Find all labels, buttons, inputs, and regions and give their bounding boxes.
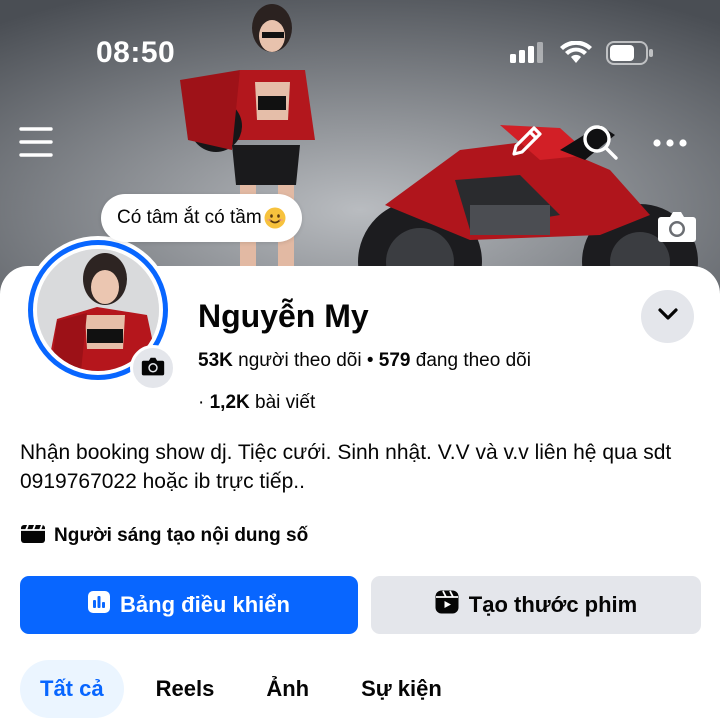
- posts-count: 1,2K: [209, 392, 250, 413]
- wifi-icon: [560, 40, 592, 70]
- following-count: 579: [378, 350, 411, 371]
- create-reel-button[interactable]: Tạo thước phim: [371, 576, 701, 634]
- profile-note-text: Có tâm ắt có tầm: [117, 207, 262, 228]
- reel-icon: [435, 590, 459, 620]
- following-label: đang theo dõi: [415, 350, 531, 371]
- reel-button-label: Tạo thước phim: [468, 592, 638, 617]
- followers-label: người theo dõi: [238, 350, 362, 371]
- tab-all[interactable]: Tất cả: [20, 660, 124, 718]
- profile-name: Nguyễn My: [198, 298, 369, 334]
- profile-options-dropdown[interactable]: [641, 290, 694, 343]
- menu-button[interactable]: [14, 122, 58, 166]
- change-avatar-button[interactable]: [130, 345, 176, 391]
- edit-cover-photo-button[interactable]: [654, 208, 700, 248]
- followers-link[interactable]: 53K người theo dõi: [198, 350, 362, 371]
- pencil-icon: [506, 122, 546, 167]
- bar-chart-icon: [88, 591, 111, 619]
- camera-icon: [657, 209, 697, 248]
- battery-icon: [606, 40, 654, 71]
- profile-note-bubble[interactable]: Có tâm ắt có tầm: [101, 194, 302, 242]
- chevron-down-icon: [657, 307, 679, 326]
- status-time: 08:50: [96, 36, 176, 69]
- more-options-button[interactable]: [648, 122, 692, 166]
- profile-bio: Nhận booking show dj. Tiệc cưới. Sinh nh…: [20, 441, 672, 493]
- posts-prefix: ·: [198, 392, 205, 413]
- dashboard-button-label: Bảng điều khiển: [120, 592, 290, 617]
- search-button[interactable]: [578, 122, 622, 166]
- profile-category[interactable]: Người sáng tạo nội dung số: [20, 522, 308, 550]
- stats-separator: •: [366, 350, 374, 371]
- edit-profile-button[interactable]: [504, 122, 548, 166]
- post-stats: · 1,2K bài viết: [198, 392, 315, 414]
- camera-icon: [141, 356, 165, 381]
- search-icon: [580, 122, 620, 167]
- profile-category-label: Người sáng tạo nội dung số: [54, 525, 309, 546]
- follow-stats: 53K người theo dõi • 579 đang theo dõi: [198, 350, 531, 372]
- more-icon: [653, 135, 687, 153]
- cellular-signal-icon: [510, 42, 546, 69]
- posts-label: bài viết: [255, 392, 316, 413]
- menu-icon: [18, 125, 54, 164]
- profile-tabs: Tất cả Reels Ảnh Sự kiện: [20, 660, 474, 718]
- following-link[interactable]: 579 đang theo dõi: [379, 350, 531, 371]
- clapperboard-icon: [20, 522, 46, 550]
- smiling-face-emoji-icon: [264, 207, 286, 229]
- tab-events[interactable]: Sự kiện: [341, 660, 462, 718]
- followers-count: 53K: [198, 350, 233, 371]
- status-bar: 08:50: [0, 0, 720, 100]
- tab-photos[interactable]: Ảnh: [246, 660, 329, 718]
- professional-dashboard-button[interactable]: Bảng điều khiển: [20, 576, 358, 634]
- tab-reels[interactable]: Reels: [136, 660, 235, 718]
